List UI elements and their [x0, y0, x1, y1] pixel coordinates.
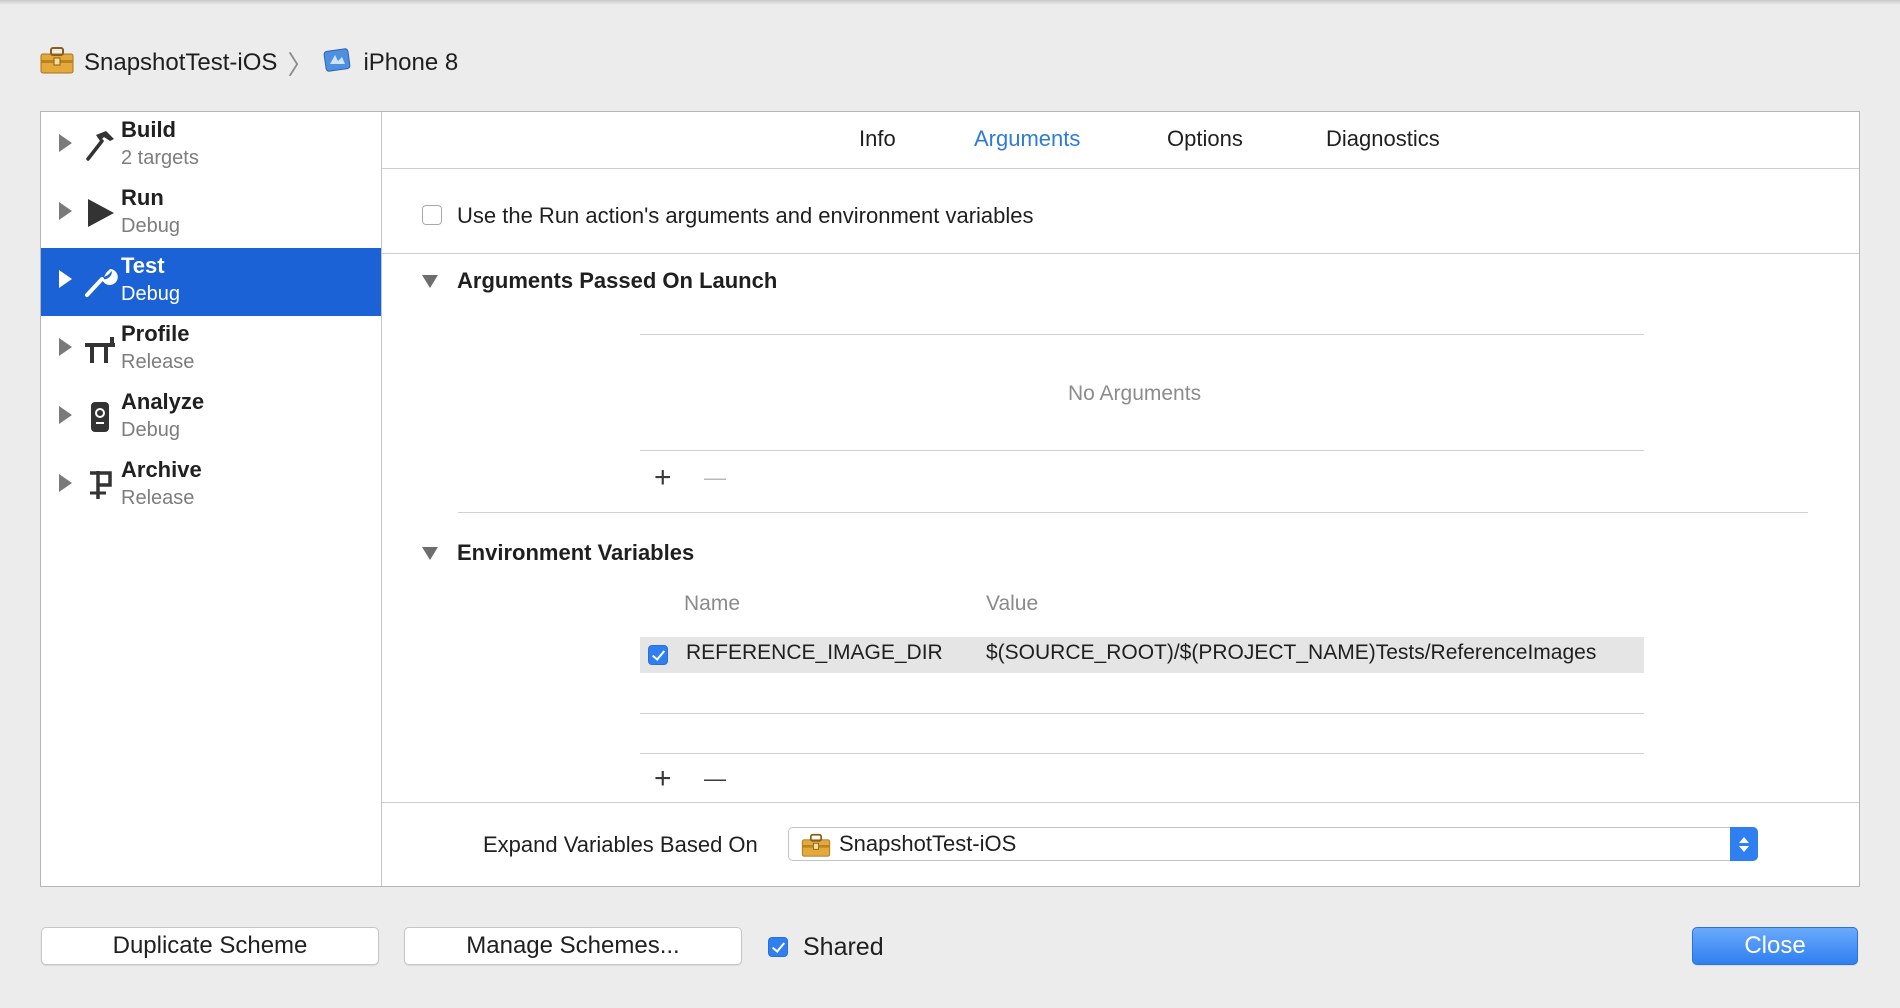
- breadcrumb-device[interactable]: iPhone 8: [323, 46, 458, 81]
- disclosure-triangle-icon[interactable]: [59, 474, 72, 492]
- tab-arguments[interactable]: Arguments: [974, 126, 1080, 152]
- shared-label: Shared: [803, 933, 884, 961]
- scheme-breadcrumb: SnapshotTest-iOS 〉 iPhone 8: [40, 46, 458, 80]
- env-column-name-header[interactable]: Name: [684, 592, 740, 616]
- sidebar-item-title: Run: [121, 185, 164, 210]
- disclosure-triangle-icon[interactable]: [59, 202, 72, 220]
- sidebar-item-title: Test: [121, 253, 165, 278]
- toolbox-icon: [40, 46, 84, 81]
- sidebar-item-title: Archive: [121, 457, 202, 482]
- xcode-device-icon: [323, 46, 363, 81]
- breadcrumb-device-label: iPhone 8: [363, 49, 459, 76]
- env-enabled-checkbox[interactable]: [648, 645, 668, 665]
- play-icon: [81, 194, 119, 232]
- env-variable-name[interactable]: REFERENCE_IMAGE_DIR: [686, 641, 943, 665]
- scheme-editor-panel: Build 2 targets Run Debug Test Debug Pro…: [40, 111, 1860, 887]
- sidebar-item-profile[interactable]: Profile Release: [41, 316, 381, 384]
- arguments-section-title: Arguments Passed On Launch: [457, 268, 778, 293]
- disclosure-triangle-icon[interactable]: [59, 406, 72, 424]
- hammer-icon: [81, 126, 119, 164]
- tab-diagnostics[interactable]: Diagnostics: [1326, 126, 1440, 152]
- expand-variables-row: Expand Variables Based On SnapshotTest-i…: [382, 802, 1859, 887]
- sidebar-item-title: Profile: [121, 321, 190, 346]
- arguments-disclosure-icon[interactable]: [422, 275, 438, 288]
- env-table-row-divider: [640, 713, 1644, 714]
- sidebar-item-subtitle: Release: [121, 487, 195, 509]
- environment-section-title: Environment Variables: [457, 540, 695, 565]
- disclosure-triangle-icon[interactable]: [59, 338, 72, 356]
- environment-disclosure-icon[interactable]: [422, 547, 438, 560]
- sidebar-item-subtitle: Release: [121, 351, 195, 373]
- sidebar-item-subtitle: Debug: [121, 419, 180, 441]
- shared-checkbox[interactable]: [768, 937, 788, 957]
- env-table-bottom-border: [640, 753, 1644, 754]
- scheme-detail-pane: Info Arguments Options Diagnostics Use t…: [382, 112, 1859, 886]
- disclosure-triangle-icon[interactable]: [59, 134, 72, 152]
- table-row[interactable]: REFERENCE_IMAGE_DIR $(SOURCE_ROOT)/$(PRO…: [640, 637, 1644, 673]
- use-run-action-label: Use the Run action's arguments and envir…: [457, 203, 1034, 228]
- popup-stepper-icon: [1730, 827, 1758, 861]
- remove-argument-button[interactable]: —: [704, 463, 726, 493]
- instruments-icon: [81, 330, 119, 368]
- env-column-value-header[interactable]: Value: [986, 592, 1038, 616]
- tab-info[interactable]: Info: [859, 126, 896, 152]
- sidebar-item-subtitle: Debug: [121, 283, 180, 305]
- toolbox-icon: [801, 833, 831, 862]
- expand-variables-label: Expand Variables Based On: [483, 832, 758, 857]
- arguments-table-top-border: [640, 334, 1644, 335]
- sidebar-item-subtitle: Debug: [121, 215, 180, 237]
- breadcrumb-project-label: SnapshotTest-iOS: [84, 49, 278, 76]
- sidebar-item-archive[interactable]: Archive Release: [41, 452, 381, 520]
- use-run-action-checkbox[interactable]: [422, 205, 442, 225]
- tab-bar: Info Arguments Options Diagnostics: [382, 112, 1859, 169]
- sidebar-item-test[interactable]: Test Debug: [41, 248, 381, 316]
- no-arguments-text: No Arguments: [1068, 382, 1202, 405]
- sidebar-item-title: Build: [121, 117, 176, 142]
- breadcrumb-separator: 〉: [287, 49, 314, 80]
- add-argument-button[interactable]: +: [654, 463, 672, 493]
- sidebar-item-subtitle: 2 targets: [121, 147, 199, 169]
- close-button[interactable]: Close: [1692, 927, 1858, 965]
- wrench-icon: [81, 262, 119, 300]
- breadcrumb-project[interactable]: SnapshotTest-iOS: [40, 46, 277, 81]
- arguments-table-bottom-border: [640, 450, 1644, 451]
- sidebar-item-run[interactable]: Run Debug: [41, 180, 381, 248]
- scheme-actions-sidebar: Build 2 targets Run Debug Test Debug Pro…: [41, 112, 382, 886]
- expand-variables-value: SnapshotTest-iOS: [839, 831, 1017, 856]
- expand-variables-popup[interactable]: SnapshotTest-iOS: [788, 827, 1758, 861]
- add-env-variable-button[interactable]: +: [654, 764, 672, 794]
- sidebar-item-analyze[interactable]: Analyze Debug: [41, 384, 381, 452]
- disclosure-triangle-icon[interactable]: [59, 270, 72, 288]
- env-variable-value[interactable]: $(SOURCE_ROOT)/$(PROJECT_NAME)Tests/Refe…: [986, 641, 1596, 665]
- archive-icon: [81, 466, 119, 504]
- section-divider: [458, 512, 1808, 513]
- manage-schemes-button[interactable]: Manage Schemes...: [404, 927, 742, 965]
- sidebar-item-build[interactable]: Build 2 targets: [41, 112, 381, 180]
- remove-env-variable-button[interactable]: —: [704, 764, 726, 794]
- use-run-action-row: Use the Run action's arguments and envir…: [382, 169, 1859, 254]
- window-top-shadow: [0, 0, 1900, 5]
- tab-options[interactable]: Options: [1167, 126, 1243, 152]
- duplicate-scheme-button[interactable]: Duplicate Scheme: [41, 927, 379, 965]
- sidebar-item-title: Analyze: [121, 389, 205, 414]
- analyze-icon: [81, 398, 119, 436]
